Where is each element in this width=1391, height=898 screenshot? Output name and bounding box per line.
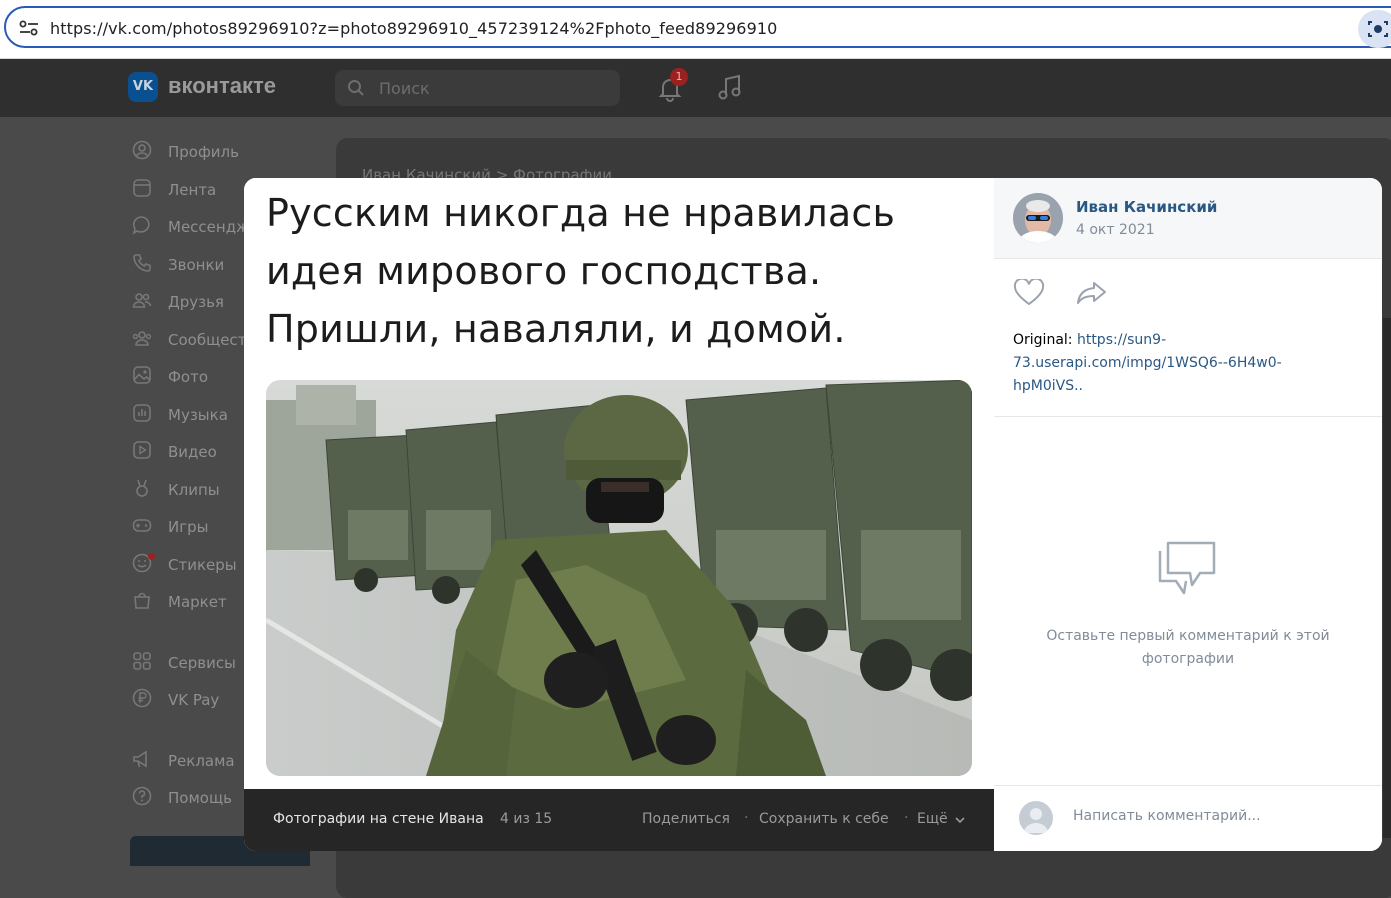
music-icon[interactable] [717, 74, 743, 102]
sidebar-item-profile[interactable]: Профиль [128, 132, 328, 170]
profile-icon [132, 140, 152, 160]
caption-line: идея мирового господства. [266, 249, 822, 293]
sidebar-item-label: Игры [168, 518, 209, 536]
sidebar-item-label: Друзья [168, 293, 224, 311]
sidebar-item-label: Видео [168, 443, 217, 461]
description-label: Original: [1013, 332, 1073, 348]
help-icon [132, 786, 152, 806]
vk-brand[interactable]: вконтакте [168, 73, 276, 99]
vk-logo[interactable]: VK [128, 72, 158, 102]
photo-counter: 4 из 15 [500, 811, 553, 827]
photo-caption: Русским никогда не нравилась идея мирово… [266, 184, 895, 358]
address-bar[interactable]: https://vk.com/photos89296910?z=photo892… [4, 6, 1391, 48]
video-icon [133, 441, 151, 459]
photo-viewer: Русским никогда не нравилась идея мирово… [244, 178, 1382, 851]
separator-dot: · [744, 810, 749, 826]
search-icon [348, 80, 364, 96]
search-placeholder: Поиск [379, 79, 430, 98]
communities-icon [132, 330, 152, 346]
services-icon [133, 651, 151, 670]
browser-toolbar: https://vk.com/photos89296910?z=photo892… [0, 0, 1391, 59]
photo-icon [133, 366, 151, 384]
original-link-part: 73.userapi.com/impg/1WSQ6--6H4w0- [1013, 355, 1282, 371]
photo-footer: Фотографии на стене Ивана 4 из 15 Подели… [244, 789, 994, 851]
photo-description: Original: https://sun9- 73.userapi.com/im… [1013, 329, 1353, 398]
author-name[interactable]: Иван Качинский [1076, 198, 1217, 216]
album-link[interactable]: Фотографии на стене Ивана [273, 811, 484, 827]
save-to-album-button[interactable]: Сохранить к себе [759, 811, 889, 827]
lens-button[interactable] [1358, 10, 1391, 48]
url-text[interactable]: https://vk.com/photos89296910?z=photo892… [50, 19, 777, 38]
sidebar-item-label: Звонки [168, 255, 225, 274]
author-header: Иван Качинский 4 окт 2021 [994, 178, 1382, 259]
photo-area[interactable]: Русским никогда не нравилась идея мирово… [244, 178, 994, 789]
sidebar-item-label: Лента [168, 180, 217, 199]
comments-icon [1158, 541, 1216, 595]
caption-line: Русским никогда не нравилась [266, 191, 896, 235]
avatar[interactable] [1013, 193, 1063, 243]
sidebar-item-label: VK Pay [168, 691, 220, 709]
photo-actions [994, 259, 1382, 329]
sidebar-item-label: Профиль [168, 143, 239, 161]
sidebar-item-label: Музыка [168, 405, 228, 424]
more-button[interactable]: Ещё [917, 811, 948, 827]
market-icon [134, 592, 150, 609]
share-icon[interactable] [1076, 279, 1108, 307]
new-badge-dot [148, 552, 155, 560]
sidebar-item-label: Маркет [168, 593, 227, 611]
sidebar-item-label: Фото [168, 368, 209, 386]
share-button[interactable]: Поделиться [642, 811, 730, 827]
background-photo-strip [1383, 318, 1391, 838]
games-icon [132, 519, 152, 532]
camera-search-icon [1368, 21, 1388, 37]
sidebar-item-label: Клипы [168, 480, 220, 499]
phone-icon [133, 253, 151, 272]
original-link-part: hpM0iVS.. [1013, 378, 1083, 394]
messenger-icon [132, 216, 150, 235]
heart-icon[interactable] [1013, 279, 1045, 307]
comment-input[interactable] [1073, 808, 1353, 824]
empty-comments-text: Оставьте первый комментарий к этой фотог… [1046, 628, 1330, 667]
post-date[interactable]: 4 окт 2021 [1076, 222, 1155, 238]
chevron-down-icon [955, 817, 965, 824]
user-silhouette-icon [1024, 808, 1048, 833]
photo-image[interactable] [266, 380, 972, 776]
notification-badge: 1 [670, 68, 688, 86]
divider [994, 416, 1382, 417]
vk-search[interactable]: Поиск [335, 70, 620, 106]
vk-header: VK вконтакте Поиск 1 [0, 59, 1391, 117]
sidebar-item-label: Стикеры [168, 555, 237, 574]
photo-side-panel: Иван Качинский 4 окт 2021 Original: http… [994, 178, 1382, 851]
vkpay-icon [132, 688, 152, 708]
clips-icon [136, 479, 148, 497]
sidebar-item-label: Сервисы [168, 653, 236, 672]
music-icon [133, 403, 151, 422]
caption-line: Пришли, наваляли, и домой. [266, 307, 846, 351]
tune-icon[interactable] [18, 19, 40, 37]
comment-composer [994, 785, 1382, 851]
author-avatar-image [1013, 193, 1063, 243]
sidebar-item-label: Реклама [168, 751, 235, 770]
separator-dot: · [904, 810, 909, 826]
original-link-part: https://sun9- [1076, 332, 1167, 348]
feed-icon [133, 178, 151, 197]
sidebar-item-label: Помощь [168, 789, 232, 807]
user-avatar [1019, 801, 1053, 835]
soldier-trucks-illustration [266, 380, 972, 776]
ads-icon [133, 750, 147, 767]
friends-icon [132, 293, 152, 308]
